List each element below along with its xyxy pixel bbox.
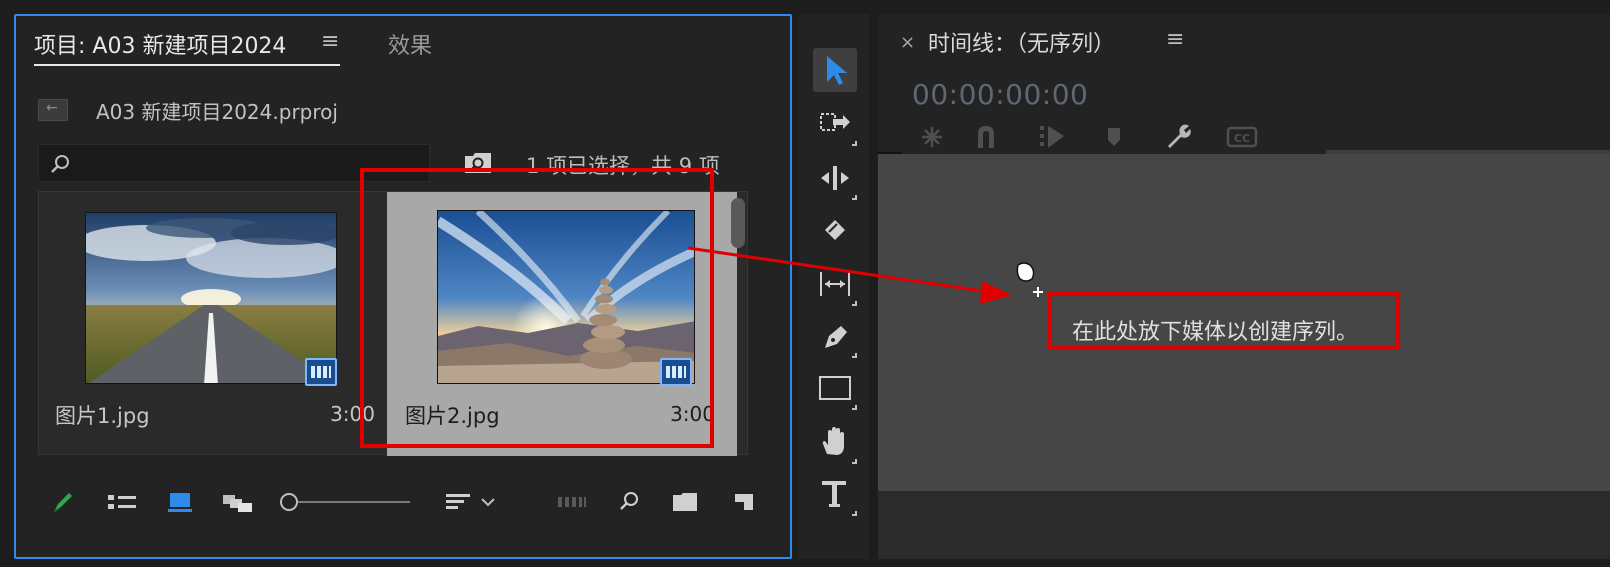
tools-panel <box>799 14 869 559</box>
clip-name: 图片2.jpg <box>405 404 500 428</box>
close-icon[interactable]: × <box>900 32 915 53</box>
project-bin-icon[interactable] <box>38 99 68 121</box>
search-box[interactable] <box>38 144 430 182</box>
pen-tool[interactable] <box>817 318 857 358</box>
type-tool[interactable] <box>817 476 857 516</box>
timeline-title[interactable]: 时间线：（无序列） <box>928 26 1115 58</box>
tool-group-indicator <box>852 301 857 306</box>
chevron-down-icon[interactable] <box>478 488 498 516</box>
new-item-icon[interactable] <box>730 488 758 516</box>
sort-icon[interactable] <box>444 488 474 516</box>
pencil-icon[interactable] <box>50 488 76 516</box>
tool-group-indicator <box>852 511 857 516</box>
ripple-edit-icon <box>821 166 849 190</box>
pen-icon <box>825 326 847 348</box>
timeline-ruler-edge <box>1326 150 1610 154</box>
timeline-bottom-strip <box>878 491 1610 559</box>
video-clip-icon <box>660 358 692 386</box>
video-clip-icon <box>305 358 337 386</box>
zoom-slider-knob[interactable] <box>280 493 298 511</box>
project-file-row: A03 新建项目2024.prproj <box>38 94 338 126</box>
clip-item-selected[interactable]: 图片2.jpg 3:00 <box>387 192 737 456</box>
media-grid: 图片1.jpg 3:00 图片2.jpg 3:00 <box>38 191 748 456</box>
hand-tool[interactable] <box>817 424 857 464</box>
selection-tool[interactable] <box>813 48 857 92</box>
svg-text:CC: CC <box>1234 132 1250 145</box>
panel-menu-icon[interactable]: ≡ <box>321 29 339 54</box>
search-input[interactable] <box>81 145 421 181</box>
linked-selection-icon[interactable] <box>1032 120 1072 154</box>
grid-scrollbar[interactable] <box>731 198 745 248</box>
drop-media-hint: 在此处放下媒体以创建序列。 <box>1072 320 1359 345</box>
tool-group-indicator <box>852 353 857 358</box>
add-marker-icon[interactable] <box>1094 120 1134 154</box>
project-panel-tabs: 项目: A03 新建项目2024 ≡ 效果 <box>16 16 790 66</box>
zoom-slider-track[interactable] <box>288 501 410 503</box>
playhead-timecode[interactable]: 00:00:00:00 <box>912 78 1088 111</box>
find-icon[interactable] <box>616 488 644 516</box>
find-in-bin-icon[interactable] <box>463 150 493 176</box>
project-bottom-toolbar <box>30 482 770 522</box>
snap-magnet-icon[interactable] <box>966 120 1006 154</box>
slip-icon <box>820 272 850 296</box>
tool-group-indicator <box>852 459 857 464</box>
timeline-panel: × 时间线：（无序列） ≡ 00:00:00:00 CC 在此处放下媒体以创建序… <box>878 14 1610 559</box>
selection-status: 1 项已选择，共 9 项 <box>526 154 720 178</box>
track-select-forward-icon <box>820 113 850 131</box>
icon-view-icon[interactable] <box>166 488 196 516</box>
nest-sequences-icon[interactable] <box>912 120 952 154</box>
rectangle-tool[interactable] <box>817 370 857 410</box>
project-file-name: A03 新建项目2024.prproj <box>96 99 338 124</box>
freeform-view-icon[interactable] <box>220 488 256 516</box>
track-select-forward-tool[interactable] <box>817 106 857 146</box>
road-thumbnail <box>85 212 337 384</box>
clip-duration: 3:00 <box>330 402 375 426</box>
active-tab-underline <box>34 64 340 66</box>
clip-name: 图片1.jpg <box>55 404 150 428</box>
road-image <box>86 213 336 383</box>
tool-group-indicator <box>852 405 857 410</box>
clip-duration: 3:00 <box>670 402 715 426</box>
type-icon <box>822 481 846 507</box>
razor-icon <box>825 220 845 240</box>
list-view-icon[interactable] <box>106 488 140 516</box>
slip-tool[interactable] <box>817 266 857 306</box>
rectangle-icon <box>819 376 851 400</box>
search-icon <box>51 155 69 173</box>
tab-project[interactable]: 项目: A03 新建项目2024 <box>34 28 286 60</box>
tool-group-indicator <box>852 141 857 146</box>
selection-arrow-icon <box>827 56 847 85</box>
captions-icon[interactable]: CC <box>1222 120 1262 154</box>
wrench-icon[interactable] <box>1158 120 1198 154</box>
ripple-edit-tool[interactable] <box>817 160 857 200</box>
tool-group-indicator <box>852 195 857 200</box>
automate-to-sequence-icon[interactable] <box>556 488 590 516</box>
hand-icon <box>822 427 844 455</box>
stones-thumbnail <box>437 210 695 384</box>
clip-item[interactable]: 图片1.jpg 3:00 <box>39 192 377 456</box>
timeline-toolbar: CC <box>912 120 1352 154</box>
stones-sunset-image <box>438 211 694 383</box>
razor-tool[interactable] <box>817 212 853 248</box>
drag-drop-cursor-icon <box>1016 262 1043 297</box>
new-bin-icon[interactable] <box>670 488 700 516</box>
panel-menu-icon[interactable]: ≡ <box>1166 27 1184 52</box>
tab-effects[interactable]: 效果 <box>388 28 432 60</box>
project-panel: 项目: A03 新建项目2024 ≡ 效果 A03 新建项目2024.prpro… <box>14 14 792 559</box>
